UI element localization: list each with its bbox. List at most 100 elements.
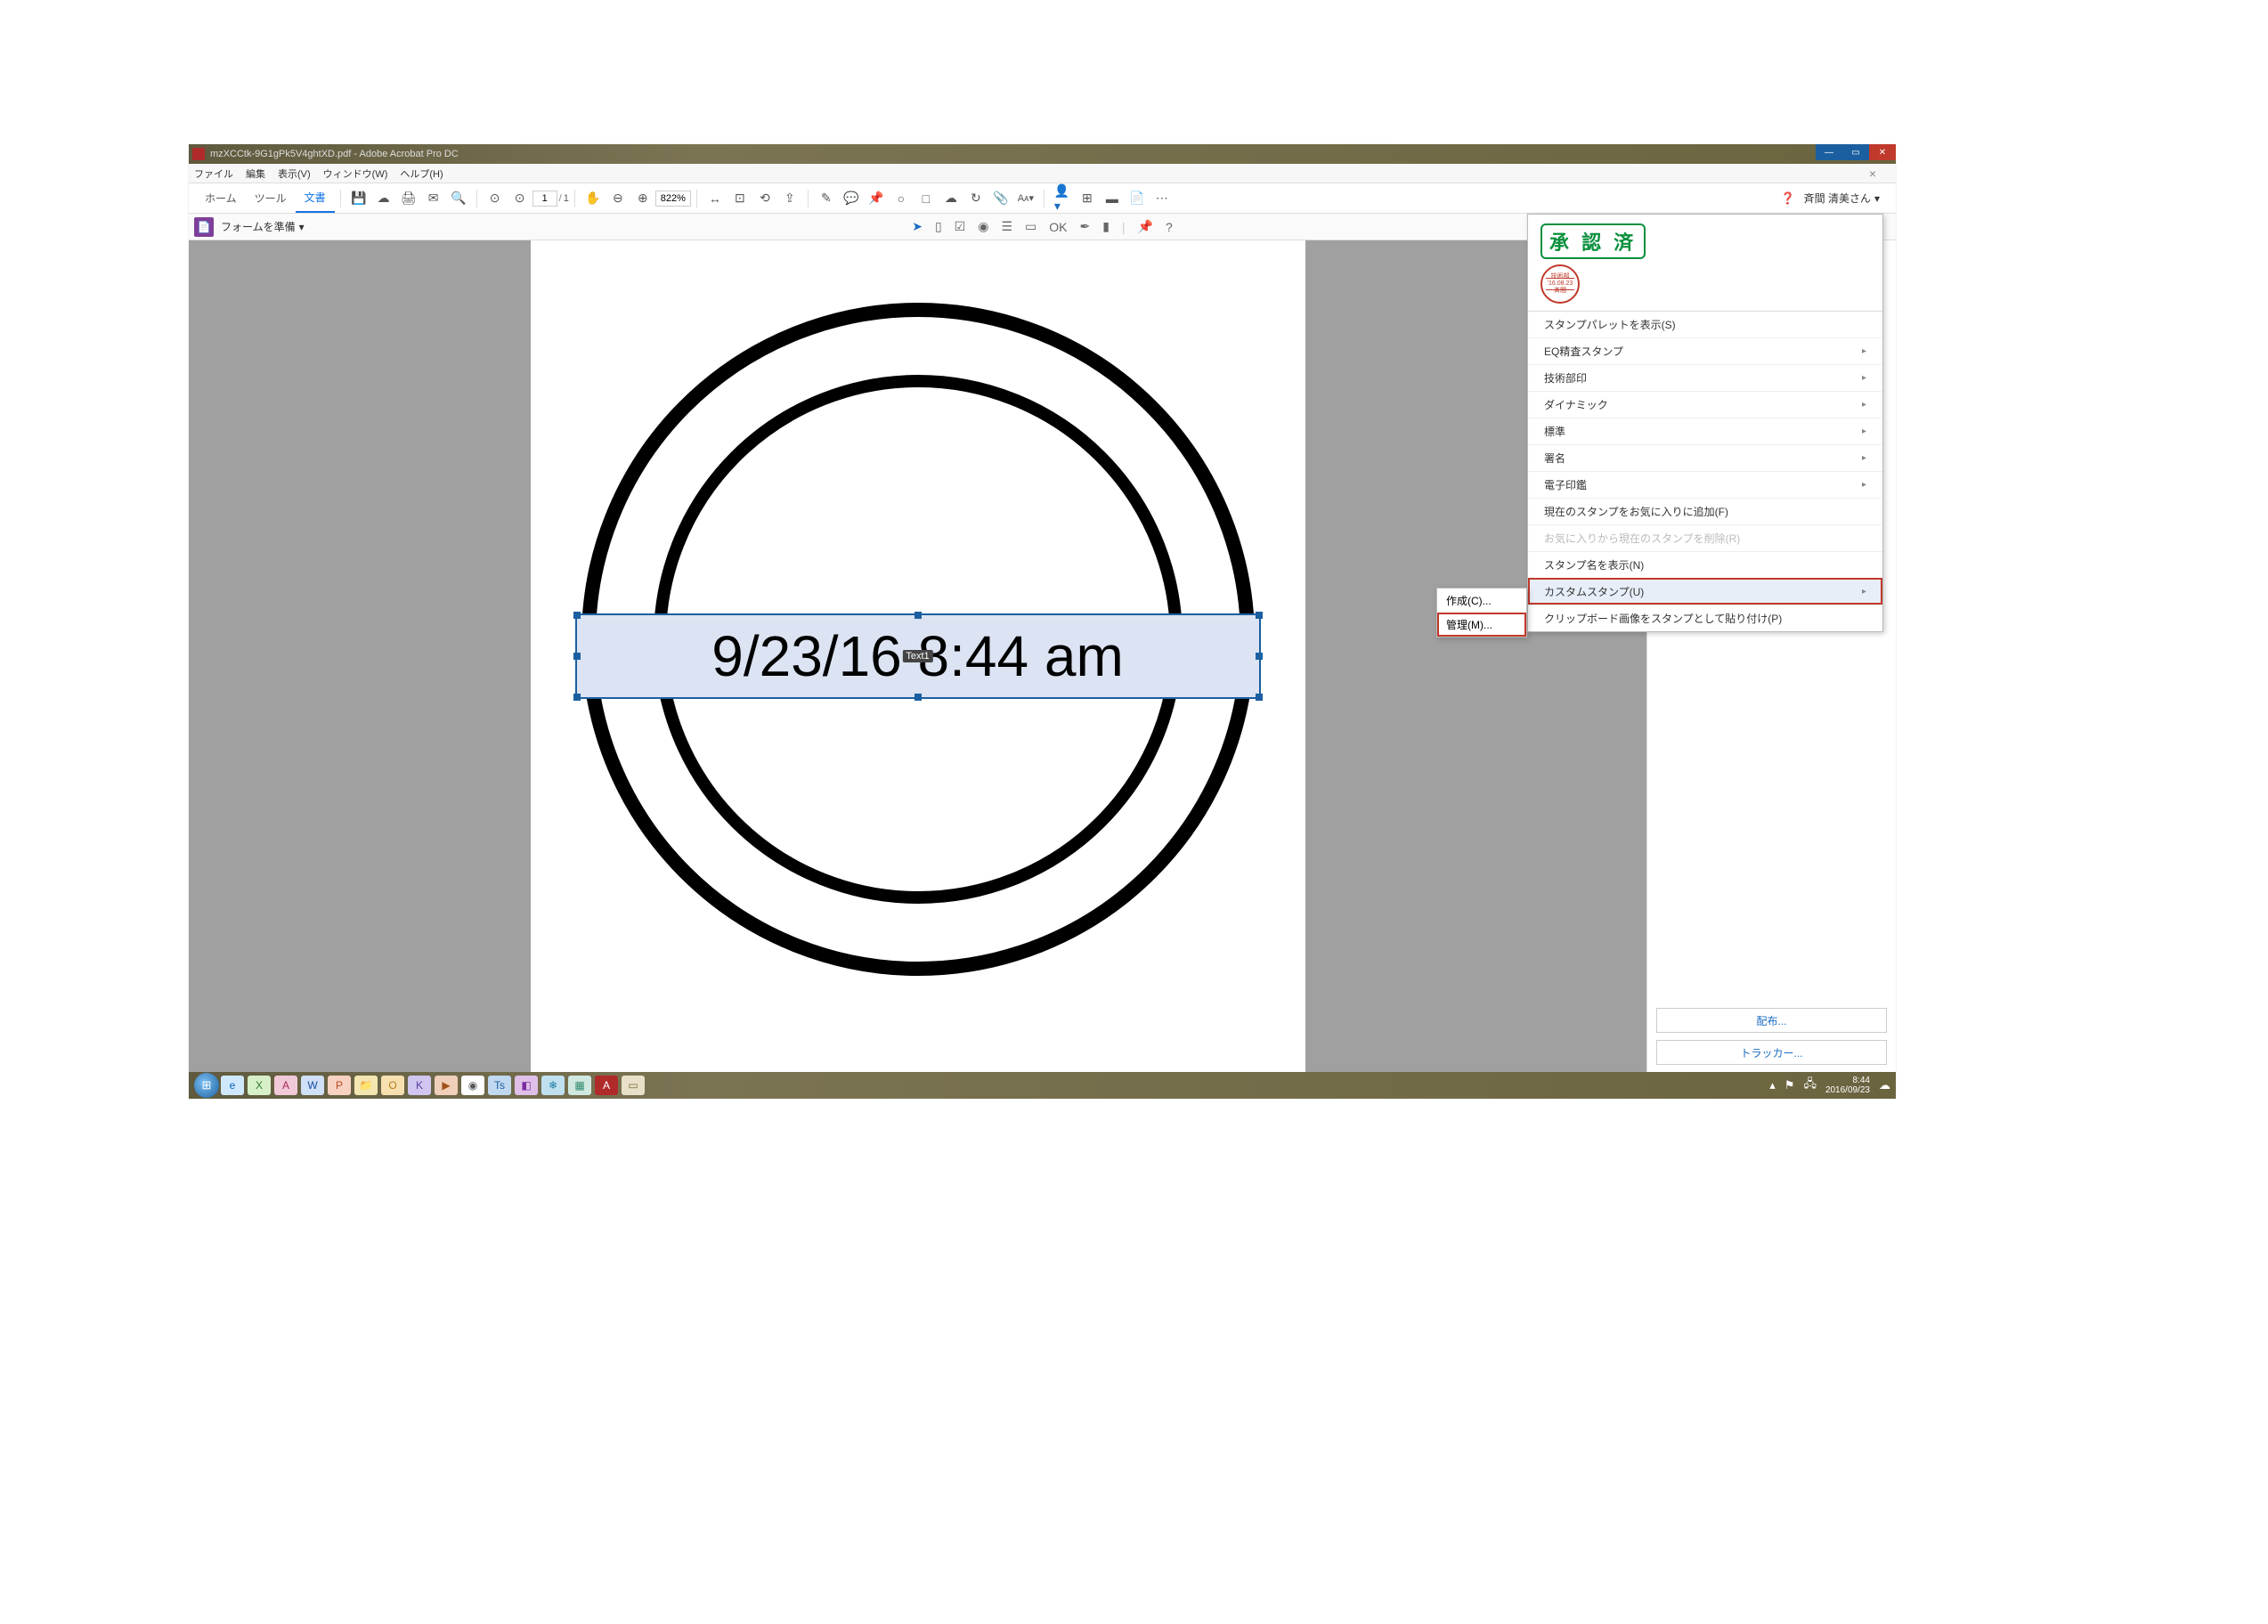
tab-document[interactable]: 文書: [296, 183, 335, 213]
tray-flag-icon[interactable]: ⚑: [1784, 1078, 1795, 1092]
stamp-menu-show-palette[interactable]: スタンプパレットを表示(S): [1528, 311, 1882, 337]
date-text-field[interactable]: 9/23/16 8:44 am Text1: [575, 613, 1261, 699]
save-icon[interactable]: 💾: [351, 191, 367, 207]
taskbar-media-icon[interactable]: ▶: [435, 1076, 458, 1095]
resize-handle[interactable]: [573, 612, 581, 619]
tray-clock[interactable]: 8:44 2016/09/23: [1825, 1076, 1870, 1095]
resize-handle[interactable]: [915, 694, 922, 701]
signature-tool-icon[interactable]: ✒: [1079, 219, 1090, 234]
pointer-tool-icon[interactable]: ➤: [912, 219, 923, 234]
help-icon[interactable]: ?: [1166, 220, 1173, 234]
stamp-menu-eq-review[interactable]: EQ精査スタンプ▸: [1528, 337, 1882, 364]
search-icon[interactable]: 🔍: [451, 191, 467, 207]
close-button[interactable]: ✕: [1869, 144, 1896, 160]
taskbar-chrome-icon[interactable]: ◉: [461, 1076, 484, 1095]
mail-icon[interactable]: ✉: [426, 191, 442, 207]
checkbox-tool-icon[interactable]: ☑: [955, 219, 966, 234]
submenu-manage[interactable]: 管理(M)...: [1437, 613, 1526, 637]
document-background[interactable]: 9/23/16 8:44 am Text1: [189, 240, 1646, 1072]
listbox-tool-icon[interactable]: ☰: [1001, 219, 1012, 234]
square-tool-icon[interactable]: □: [918, 191, 934, 207]
stamp-menu-show-names[interactable]: スタンプ名を表示(N): [1528, 551, 1882, 578]
zoom-in-icon[interactable]: ⊕: [635, 191, 651, 207]
resize-handle[interactable]: [1256, 612, 1263, 619]
circle-tool-icon[interactable]: ○: [893, 191, 909, 207]
zoom-input[interactable]: [655, 191, 691, 207]
user-account[interactable]: 斉間 清美さん ▾: [1780, 191, 1880, 206]
taskbar-acrobat-icon[interactable]: A: [595, 1076, 618, 1095]
taskbar-app-k-icon[interactable]: K: [408, 1076, 431, 1095]
tray-network-icon[interactable]: 🖧: [1803, 1076, 1817, 1095]
taskbar-access-icon[interactable]: A: [274, 1076, 297, 1095]
page-up-icon[interactable]: ⊙: [487, 191, 503, 207]
resize-handle[interactable]: [573, 694, 581, 701]
tray-up-icon[interactable]: ▴: [1769, 1078, 1776, 1092]
fit-width-icon[interactable]: ↔: [707, 191, 723, 207]
cloud-icon[interactable]: ☁: [376, 191, 392, 207]
edit-pdf-icon[interactable]: ✎: [818, 191, 834, 207]
submenu-create[interactable]: 作成(C)...: [1437, 589, 1526, 613]
document-icon[interactable]: 📄: [1129, 191, 1145, 207]
approved-stamp-preview[interactable]: 承 認 済: [1540, 223, 1646, 259]
radio-tool-icon[interactable]: ◉: [978, 219, 988, 234]
page-number-input[interactable]: [532, 191, 557, 207]
stamp-menu-eseal[interactable]: 電子印鑑▸: [1528, 471, 1882, 498]
maximize-button[interactable]: ▭: [1842, 144, 1869, 160]
stamp-menu-dynamic[interactable]: ダイナミック▸: [1528, 391, 1882, 418]
stamp-menu-paste-clipboard[interactable]: クリップボード画像をスタンプとして貼り付け(P): [1528, 605, 1882, 631]
redact-icon[interactable]: ▬: [1104, 191, 1120, 207]
minimize-button[interactable]: —: [1816, 144, 1842, 160]
stamp-tool-icon[interactable]: 👤▾: [1054, 191, 1070, 207]
hand-tool-icon[interactable]: ✋: [585, 191, 601, 207]
stamp-menu-add-favorite[interactable]: 現在のスタンプをお気に入りに追加(F): [1528, 498, 1882, 524]
more-icon[interactable]: ⋯: [1154, 191, 1170, 207]
cloud-annot-icon[interactable]: ☁: [943, 191, 959, 207]
taskbar-excel-icon[interactable]: X: [248, 1076, 271, 1095]
attach-icon[interactable]: 📎: [993, 191, 1009, 207]
tab-tools[interactable]: ツール: [246, 183, 296, 213]
refresh-icon[interactable]: ↻: [968, 191, 984, 207]
taskbar-ie-icon[interactable]: e: [221, 1076, 244, 1095]
taskbar-app-green-icon[interactable]: ▦: [568, 1076, 591, 1095]
stamp-menu-signature[interactable]: 署名▸: [1528, 444, 1882, 471]
close-document-button[interactable]: ×: [1869, 166, 1876, 181]
barcode-tool-icon[interactable]: ▮: [1102, 219, 1110, 234]
tray-action-center-icon[interactable]: ☁: [1879, 1078, 1890, 1092]
share-icon[interactable]: ⇪: [782, 191, 798, 207]
stamp-menu-tech-seal[interactable]: 技術部印▸: [1528, 364, 1882, 391]
stamp-menu-custom-stamp[interactable]: カスタムスタンプ(U)▸: [1528, 578, 1882, 605]
fit-page-icon[interactable]: ⊡: [732, 191, 748, 207]
menu-file[interactable]: ファイル: [194, 166, 233, 181]
taskbar-explorer-icon[interactable]: 📁: [354, 1076, 378, 1095]
taskbar-powerpoint-icon[interactable]: P: [328, 1076, 351, 1095]
resize-handle[interactable]: [915, 612, 922, 619]
menu-view[interactable]: 表示(V): [278, 166, 311, 181]
date-seal-preview[interactable]: 技術部 '16.08.23 斉間: [1540, 264, 1580, 304]
measure-icon[interactable]: ⊞: [1079, 191, 1095, 207]
taskbar-outlook-icon[interactable]: O: [381, 1076, 404, 1095]
stamp-menu-standard[interactable]: 標準▸: [1528, 418, 1882, 444]
button-tool-icon[interactable]: OK: [1049, 220, 1067, 234]
comment-icon[interactable]: 💬: [843, 191, 859, 207]
text-tool-icon[interactable]: Aᴀ▾: [1018, 191, 1034, 207]
taskbar-app-cube-icon[interactable]: ◧: [515, 1076, 538, 1095]
page-down-icon[interactable]: ⊙: [512, 191, 528, 207]
taskbar-teams-icon[interactable]: Ts: [488, 1076, 511, 1095]
start-button[interactable]: ⊞: [194, 1073, 219, 1098]
resize-handle[interactable]: [1256, 653, 1263, 660]
dropdown-tool-icon[interactable]: ▭: [1025, 219, 1036, 234]
menu-help[interactable]: ヘルプ(H): [400, 166, 443, 181]
zoom-out-icon[interactable]: ⊖: [610, 191, 626, 207]
resize-handle[interactable]: [1256, 694, 1263, 701]
print-icon[interactable]: 🖨: [401, 191, 417, 207]
tracker-button[interactable]: トラッカー...: [1656, 1040, 1887, 1065]
menu-window[interactable]: ウィンドウ(W): [323, 166, 388, 181]
prepare-form-dropdown[interactable]: フォームを準備 ▾: [221, 219, 305, 234]
distribute-button[interactable]: 配布...: [1656, 1008, 1887, 1033]
taskbar-notes-icon[interactable]: ▭: [622, 1076, 645, 1095]
menu-edit[interactable]: 編集: [246, 166, 265, 181]
pin-icon[interactable]: 📌: [868, 191, 884, 207]
rotate-icon[interactable]: ⟲: [757, 191, 773, 207]
taskbar-app-blue-icon[interactable]: ❄: [541, 1076, 565, 1095]
resize-handle[interactable]: [573, 653, 581, 660]
